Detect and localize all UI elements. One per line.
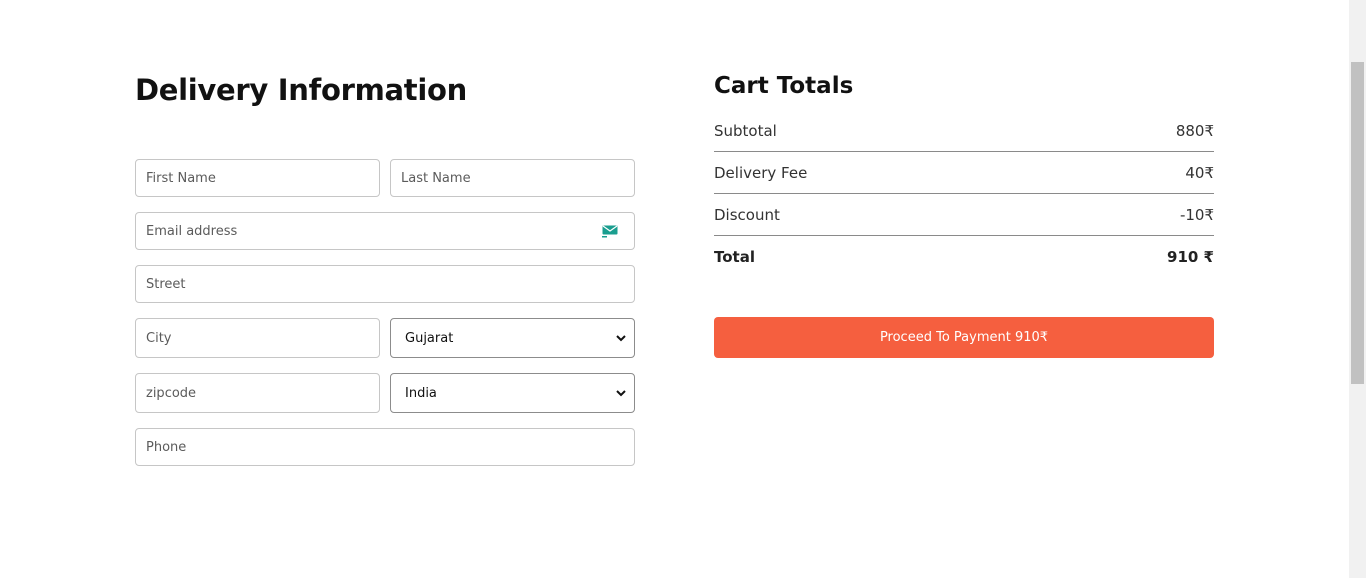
- cart-totals-title: Cart Totals: [714, 73, 854, 99]
- city-input[interactable]: [136, 319, 379, 357]
- delivery-title: Delivery Information: [135, 73, 467, 107]
- zipcode-input[interactable]: [136, 374, 379, 412]
- page-scrollbar[interactable]: [1349, 0, 1366, 578]
- total-value: 910 ₹: [1167, 248, 1214, 266]
- delivery-information-section: Delivery Information: [135, 70, 635, 110]
- subtotal-label: Subtotal: [714, 122, 777, 140]
- state-select[interactable]: Gujarat: [391, 319, 634, 357]
- delivery-fee-row: Delivery Fee 40₹: [714, 152, 1214, 194]
- cart-totals-section: Cart Totals Subtotal 880₹ Delivery Fee 4…: [714, 70, 1214, 358]
- street-input[interactable]: [136, 266, 634, 302]
- city-field[interactable]: [135, 318, 380, 358]
- delivery-fee-value: 40₹: [1185, 164, 1214, 182]
- email-input[interactable]: [136, 213, 634, 249]
- last-name-input[interactable]: [391, 160, 634, 196]
- subtotal-row: Subtotal 880₹: [714, 110, 1214, 152]
- proceed-to-payment-button[interactable]: Proceed To Payment 910₹: [714, 317, 1214, 358]
- first-name-field[interactable]: [135, 159, 380, 197]
- state-select-field[interactable]: Gujarat: [390, 318, 635, 358]
- total-label: Total: [714, 248, 755, 266]
- discount-label: Discount: [714, 206, 780, 224]
- zipcode-field[interactable]: [135, 373, 380, 413]
- last-name-field[interactable]: [390, 159, 635, 197]
- checkout-page: Delivery Information Gujarat India: [0, 0, 1366, 578]
- first-name-input[interactable]: [136, 160, 379, 196]
- discount-row: Discount -10₹: [714, 194, 1214, 236]
- country-select[interactable]: India: [391, 374, 634, 412]
- scrollbar-thumb[interactable]: [1351, 62, 1364, 384]
- phone-field[interactable]: [135, 428, 635, 466]
- country-select-field[interactable]: India: [390, 373, 635, 413]
- subtotal-value: 880₹: [1175, 122, 1214, 140]
- email-field[interactable]: [135, 212, 635, 250]
- total-row: Total 910 ₹: [714, 236, 1214, 278]
- discount-value: -10₹: [1179, 206, 1214, 224]
- delivery-fee-label: Delivery Fee: [714, 164, 808, 182]
- phone-input[interactable]: [136, 429, 634, 465]
- street-field[interactable]: [135, 265, 635, 303]
